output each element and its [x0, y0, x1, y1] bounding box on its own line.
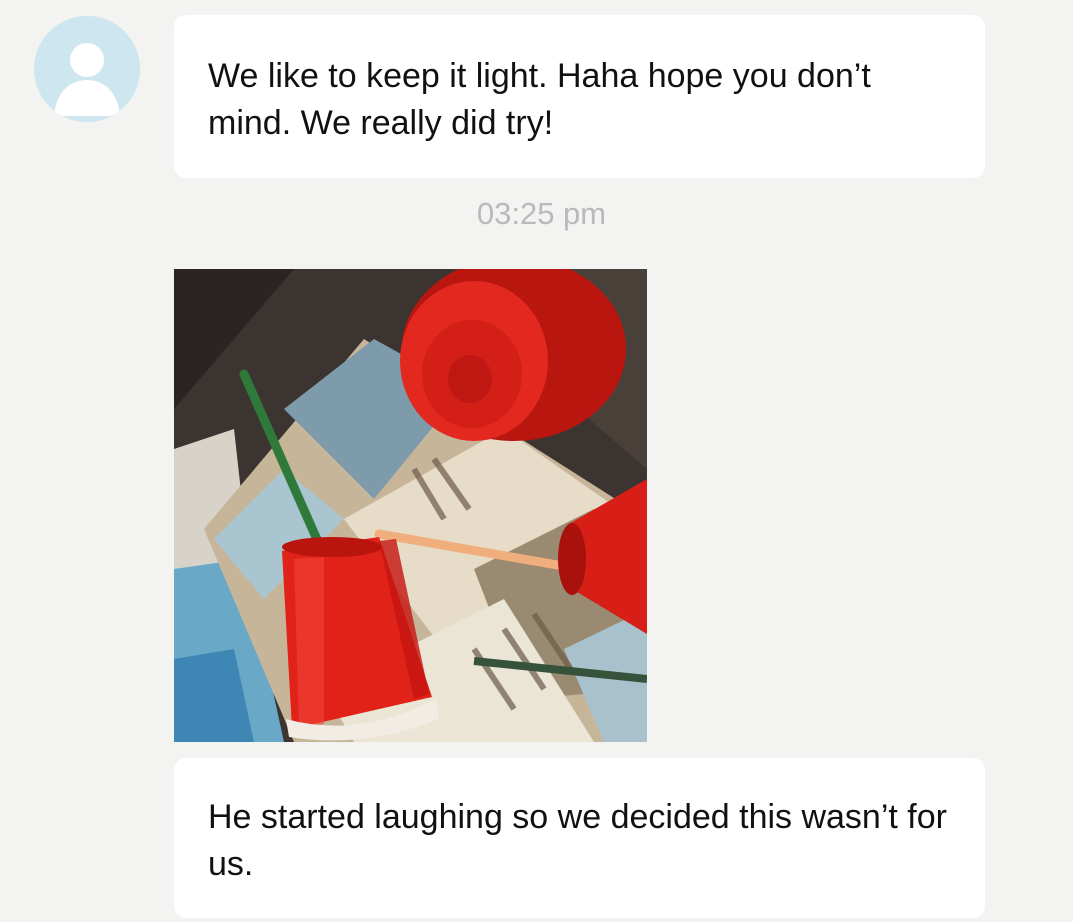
- message-timestamp: 03:25 pm: [476, 196, 607, 231]
- message-text: He started laughing so we decided this w…: [208, 798, 947, 883]
- message-photo[interactable]: [174, 269, 647, 742]
- contact-avatar[interactable]: [34, 16, 140, 122]
- default-person-icon: [34, 16, 140, 122]
- message-bubble[interactable]: We like to keep it light. Haha hope you …: [174, 15, 985, 178]
- photo-red-cups-straws-on-sign: [174, 269, 647, 742]
- message-text: We like to keep it light. Haha hope you …: [208, 57, 871, 142]
- message-bubble[interactable]: He started laughing so we decided this w…: [174, 758, 985, 918]
